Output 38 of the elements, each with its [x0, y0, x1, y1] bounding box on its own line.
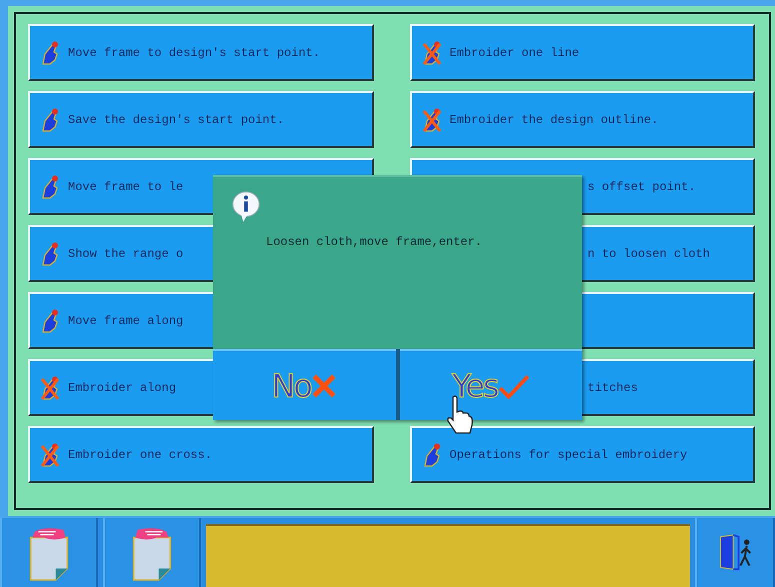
button-label: Embroider the design outline. — [450, 112, 658, 126]
crossed-hand-icon — [422, 106, 442, 132]
check-icon — [498, 372, 530, 398]
crossed-hand-icon — [422, 40, 442, 66]
button-label: s offset point. — [588, 180, 696, 194]
page-button[interactable] — [103, 518, 201, 587]
function-button[interactable]: Embroider one cross. — [28, 426, 374, 483]
exit-door-icon — [717, 532, 753, 572]
cross-icon — [311, 372, 337, 398]
function-button[interactable]: Save the design's start point. — [28, 91, 374, 148]
crossed-hand-icon — [40, 374, 60, 400]
function-button[interactable]: Embroider one line — [410, 24, 755, 81]
hand-icon — [40, 106, 60, 132]
hand-icon — [422, 442, 442, 468]
no-button[interactable]: No — [213, 349, 396, 420]
button-label: n to loosen cloth — [588, 246, 710, 260]
yes-button[interactable]: Yes — [400, 349, 582, 420]
function-button[interactable]: Move frame to design's start point. — [28, 24, 374, 81]
exit-button[interactable] — [695, 518, 775, 587]
page-button[interactable] — [0, 518, 98, 587]
hand-icon — [40, 240, 60, 266]
button-label: Move frame to design's start point. — [68, 46, 320, 60]
button-label: Move frame along — [68, 314, 184, 328]
button-label: Save the design's start point. — [68, 112, 284, 126]
hand-icon — [40, 40, 60, 66]
button-label: Show the range o — [68, 246, 184, 260]
crossed-hand-icon — [40, 442, 60, 468]
button-label: titches — [588, 380, 638, 394]
hand-icon — [40, 308, 60, 334]
function-button[interactable]: Operations for special embroidery — [410, 426, 755, 483]
button-label: Embroider along — [68, 380, 176, 394]
function-button[interactable]: Embroider the design outline. — [410, 91, 755, 148]
button-label: Move frame to le — [68, 180, 184, 194]
hand-icon — [40, 174, 60, 200]
button-label: Operations for special embroidery — [450, 448, 688, 462]
button-label: Embroider one line — [450, 46, 580, 60]
button-label: Embroider one cross. — [68, 448, 212, 462]
info-icon — [230, 190, 262, 224]
